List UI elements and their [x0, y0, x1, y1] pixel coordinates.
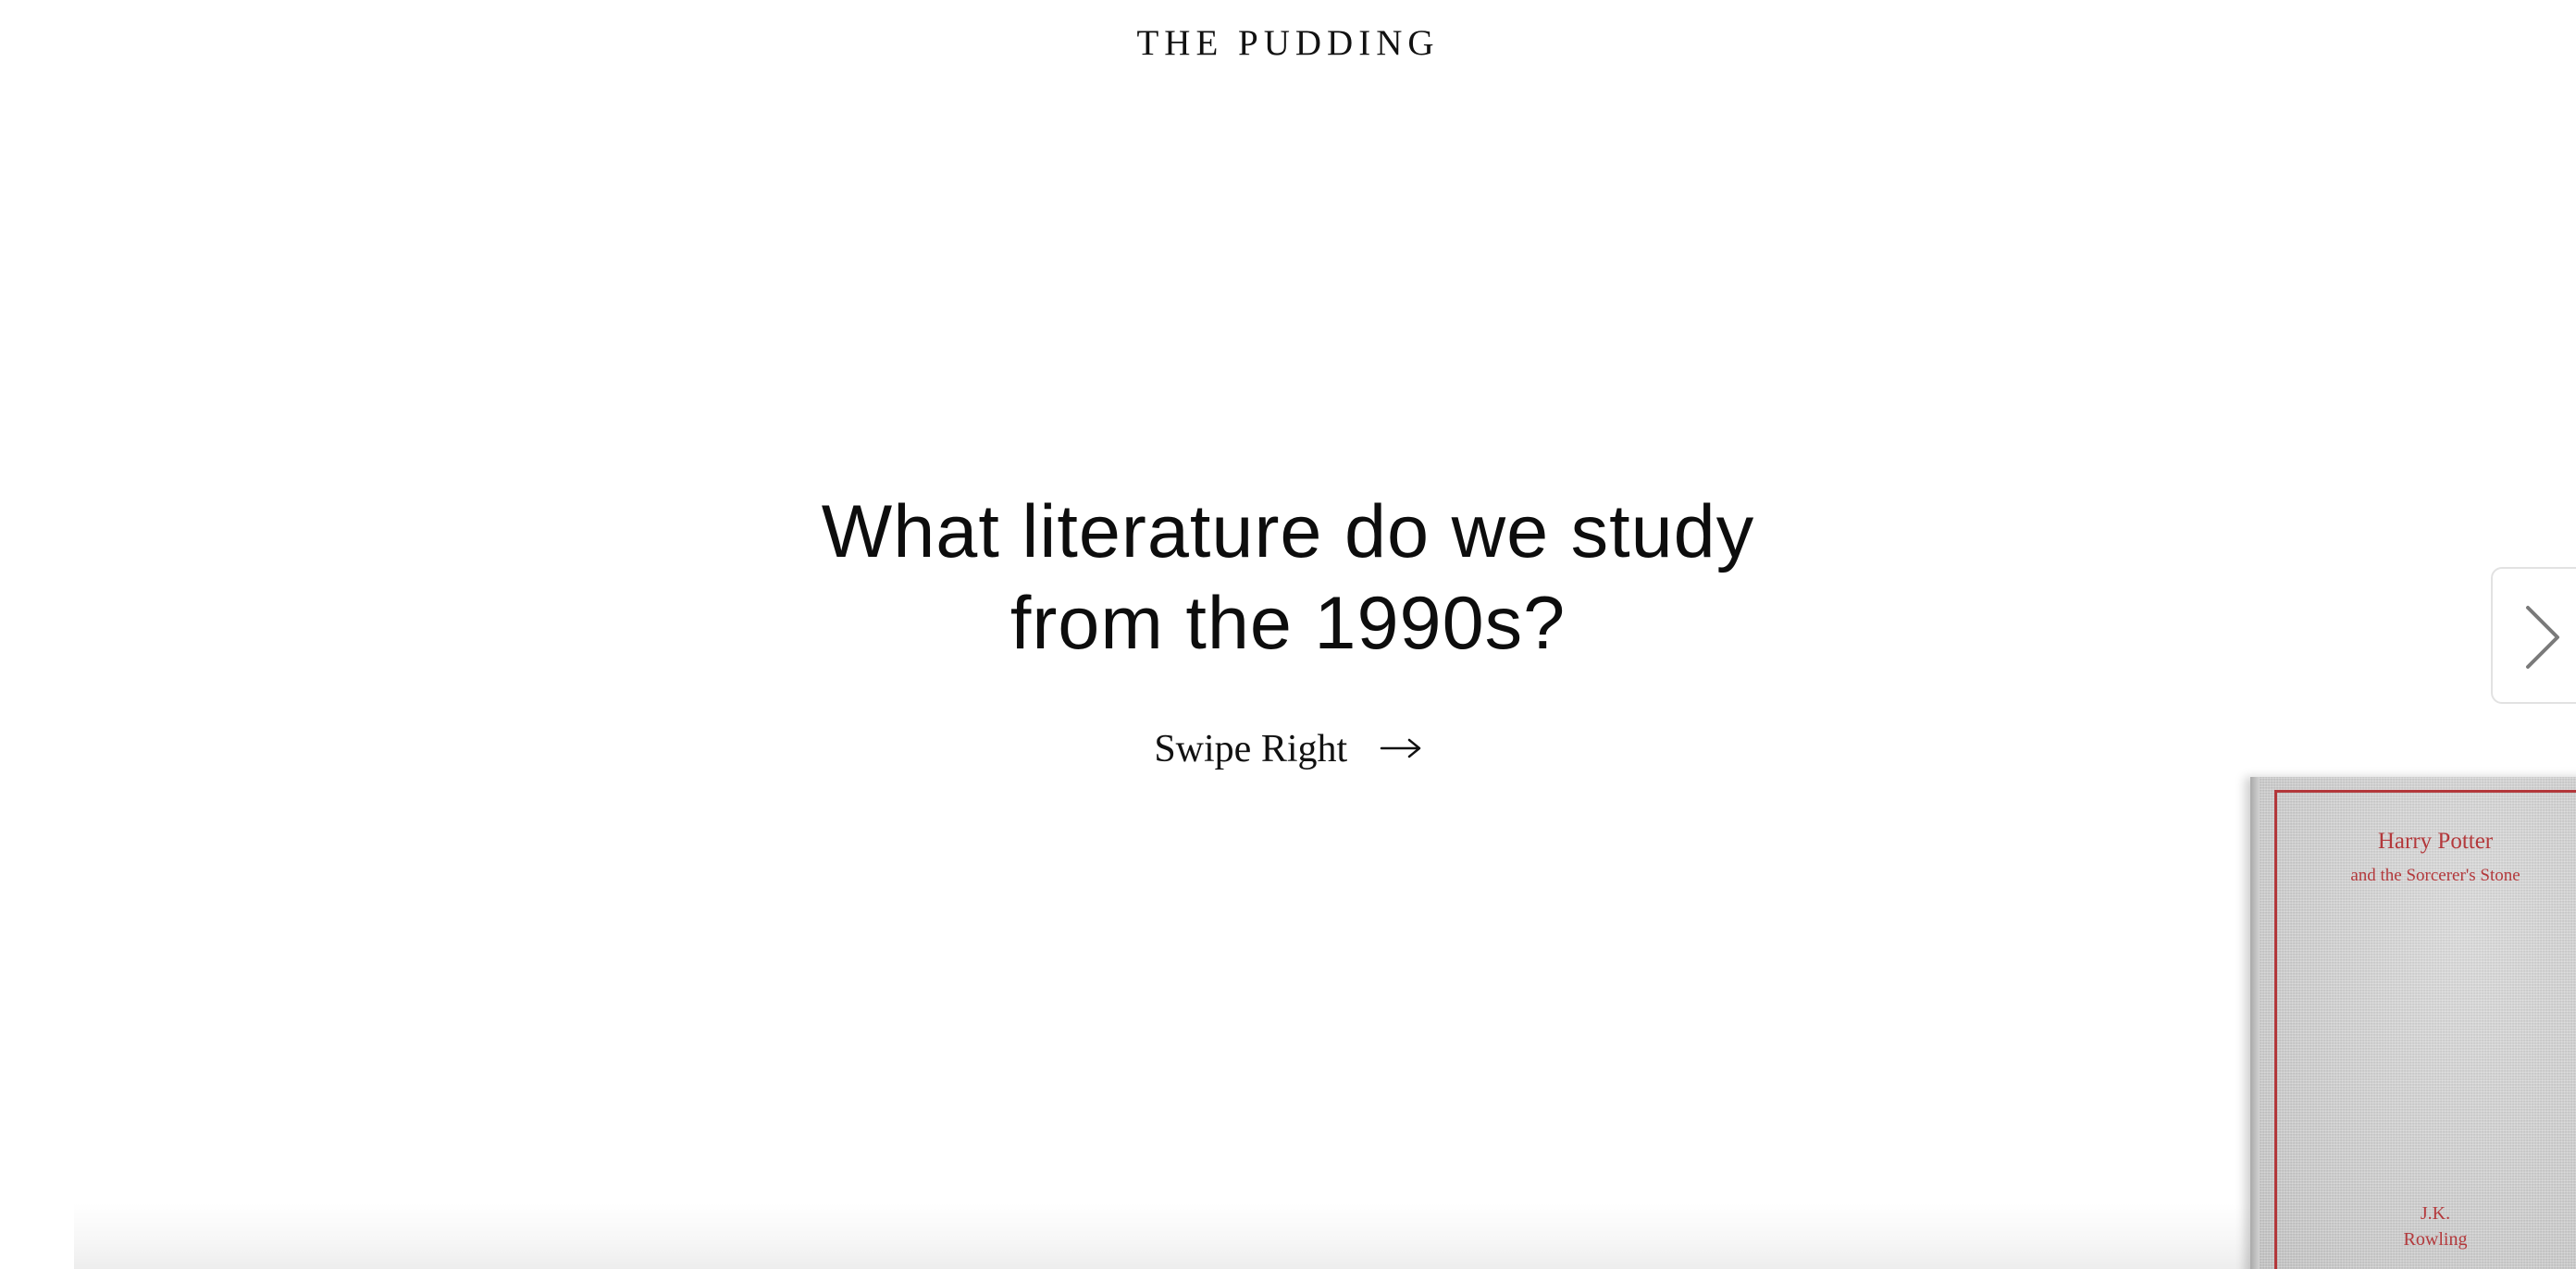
- book-author: J.K. Rowling: [2287, 1201, 2576, 1252]
- page-headline: What literature do we study from the 199…: [640, 487, 1936, 670]
- site-header: THE PUDDING: [0, 22, 2576, 64]
- book-spine-edge: [2250, 777, 2260, 1269]
- book-cover-harry-potter[interactable]: Harry Potter and the Sorcerer's Stone J.…: [2250, 777, 2576, 1269]
- book-title: Harry Potter: [2377, 829, 2494, 854]
- headline-line-2: from the 1990s?: [1009, 582, 1567, 665]
- chevron-right-icon: [2526, 606, 2559, 669]
- book-author-line-1: J.K.: [2420, 1203, 2451, 1224]
- floor-shadow: [74, 1202, 2576, 1269]
- next-slide-button[interactable]: [2491, 567, 2576, 704]
- swipe-right-label: Swipe Right: [1154, 728, 1348, 770]
- headline-line-1: What literature do we study: [821, 490, 1755, 573]
- book-author-line-2: Rowling: [2403, 1229, 2468, 1250]
- arrow-right-icon: [1380, 738, 1420, 758]
- book-subtitle: and the Sorcerer's Stone: [2350, 866, 2520, 885]
- site-logo-link[interactable]: THE PUDDING: [1136, 23, 1439, 63]
- swipe-right-prompt[interactable]: Swipe Right: [0, 727, 2576, 771]
- book-cover-frame: [2274, 790, 2576, 1269]
